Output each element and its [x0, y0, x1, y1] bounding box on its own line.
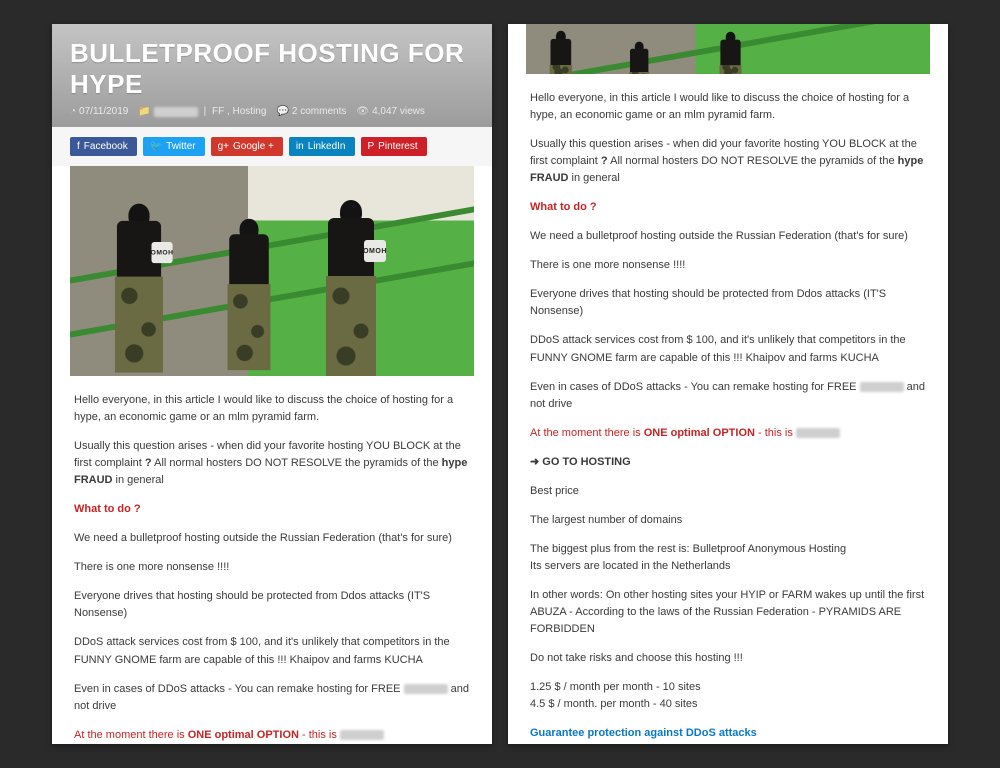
meta-date: ◔07/11/2019 [70, 106, 128, 117]
article-body-continued: Hello everyone, in this article I would … [508, 86, 948, 744]
paragraph: Usually this question arises - when did … [530, 136, 926, 187]
facebook-icon: f [77, 141, 80, 152]
cta-go-hosting[interactable]: ➜ GO TO HOSTING [530, 454, 926, 471]
twitter-icon: 🐦 [150, 141, 162, 152]
screenshot-left: BULLETPROOF HOSTING FOR HYPE ◔07/11/2019… [52, 24, 492, 744]
paragraph: There is one more nonsense !!!! [74, 559, 470, 576]
paragraph: Even in cases of DDoS attacks - You can … [530, 379, 926, 413]
paragraph: In other words: On other hosting sites y… [530, 587, 926, 638]
heading-what-to-do: What to do ? [530, 199, 926, 216]
share-bar: fFacebook 🐦Twitter g+Google + inLinkedIn… [52, 127, 492, 166]
paragraph: We need a bulletproof hosting outside th… [530, 228, 926, 245]
share-linkedin-button[interactable]: inLinkedIn [289, 137, 355, 156]
redacted-text [796, 428, 840, 438]
paragraph: We need a bulletproof hosting outside th… [74, 530, 470, 547]
paragraph: Best price [530, 483, 926, 500]
paragraph: DDoS attack services cost from $ 100, an… [74, 634, 470, 668]
screenshot-right: Hello everyone, in this article I would … [508, 24, 948, 744]
redacted-text [340, 730, 384, 740]
paragraph: Usually this question arises - when did … [74, 438, 470, 489]
paragraph: At the moment there is ONE optimal OPTIO… [530, 425, 926, 442]
heading-what-to-do: What to do ? [74, 501, 470, 518]
folder-icon: 📁 [138, 106, 150, 117]
page-title: BULLETPROOF HOSTING FOR HYPE [70, 38, 474, 100]
article-hero-image: OMOH OMOH [70, 166, 474, 376]
meta-author: 📁 | FF , Hosting [138, 106, 266, 117]
paragraph: Do not take risks and choose this hostin… [530, 650, 926, 667]
paragraph: DDoS attack services cost from $ 100, an… [530, 332, 926, 366]
redacted-text [404, 684, 448, 694]
share-google-button[interactable]: g+Google + [211, 137, 283, 156]
eye-icon: 👁 [356, 106, 369, 117]
comment-icon: 💬 [276, 106, 288, 117]
paragraph: Hello everyone, in this article I would … [74, 392, 470, 426]
paragraph: At the moment there is ONE optimal OPTIO… [74, 727, 470, 744]
redacted-text [154, 107, 198, 117]
article-header: BULLETPROOF HOSTING FOR HYPE ◔07/11/2019… [52, 24, 492, 127]
article-hero-image-cropped [526, 24, 930, 74]
article-body: Hello everyone, in this article I would … [52, 388, 492, 744]
share-pinterest-button[interactable]: PPinterest [361, 137, 427, 156]
paragraph: The biggest plus from the rest is: Bulle… [530, 541, 926, 575]
redacted-text [860, 382, 904, 392]
paragraph: Hello everyone, in this article I would … [530, 90, 926, 124]
linkedin-icon: in [296, 141, 304, 152]
share-twitter-button[interactable]: 🐦Twitter [143, 137, 205, 156]
post-meta: ◔07/11/2019 📁 | FF , Hosting 💬2 comments… [70, 106, 474, 117]
heading-ddos-guarantee: Guarantee protection against DDoS attack… [530, 725, 926, 742]
pinterest-icon: P [368, 141, 375, 152]
paragraph: The largest number of domains [530, 512, 926, 529]
paragraph: Everyone drives that hosting should be p… [74, 588, 470, 622]
share-facebook-button[interactable]: fFacebook [70, 137, 137, 156]
paragraph: There is one more nonsense !!!! [530, 257, 926, 274]
paragraph: Everyone drives that hosting should be p… [530, 286, 926, 320]
paragraph: 1.25 $ / month per month - 10 sites4.5 $… [530, 679, 926, 713]
meta-views: 👁4,047 views [356, 106, 425, 117]
paragraph: Even in cases of DDoS attacks - You can … [74, 681, 470, 715]
meta-comments[interactable]: 💬2 comments [276, 106, 346, 117]
google-plus-icon: g+ [218, 141, 229, 152]
clock-icon: ◔ [70, 106, 76, 117]
